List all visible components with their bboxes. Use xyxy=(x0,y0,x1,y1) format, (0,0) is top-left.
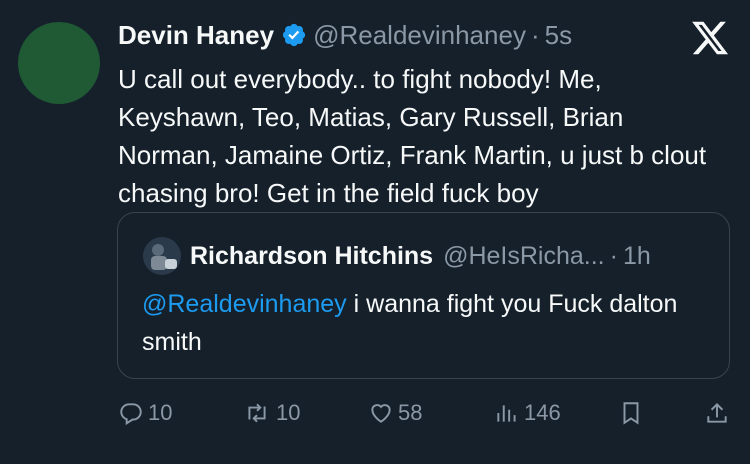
views-icon xyxy=(497,405,516,422)
quoted-tweet-header: Richardson Hitchins @HeIsRicha... · 1h xyxy=(190,240,651,272)
repost-button[interactable]: 10 xyxy=(242,396,300,430)
reply-count: 10 xyxy=(148,400,173,425)
share-icon xyxy=(707,402,727,423)
author-avatar[interactable] xyxy=(18,22,100,104)
tweet-timestamp[interactable]: 5s xyxy=(545,18,572,52)
like-count: 58 xyxy=(398,400,423,425)
action-bar: 10 10 58 146 xyxy=(0,396,750,430)
share-button[interactable] xyxy=(704,396,734,430)
like-button[interactable]: 58 xyxy=(368,396,422,430)
bookmark-icon xyxy=(623,402,639,425)
bookmark-button[interactable] xyxy=(618,396,648,430)
quoted-author-handle[interactable]: @HeIsRicha... xyxy=(443,240,605,272)
author-handle[interactable]: @Realdevinhaney xyxy=(313,18,526,52)
repost-icon xyxy=(248,403,266,423)
quoted-avatar-photo xyxy=(143,237,181,275)
quoted-tweet-text: @Realdevinhaney i wanna fight you Fuck d… xyxy=(142,285,712,361)
reply-icon xyxy=(120,403,142,426)
tweet-header: Devin Haney @Realdevinhaney · 5s xyxy=(118,18,572,52)
separator-dot: · xyxy=(530,20,540,50)
quoted-tweet[interactable]: Richardson Hitchins @HeIsRicha... · 1h @… xyxy=(117,212,730,379)
views-button[interactable]: 146 xyxy=(494,396,561,430)
tweet-text: U call out everybody.. to fight nobody! … xyxy=(118,64,707,208)
quoted-author-name[interactable]: Richardson Hitchins xyxy=(190,240,433,272)
mention-link[interactable]: @Realdevinhaney xyxy=(142,290,347,318)
quoted-author-avatar[interactable] xyxy=(143,237,181,275)
separator-dot: · xyxy=(609,242,618,270)
author-name[interactable]: Devin Haney xyxy=(118,18,274,52)
verified-badge-icon xyxy=(282,23,306,47)
quoted-tweet-timestamp[interactable]: 1h xyxy=(623,240,651,272)
x-logo-icon xyxy=(692,21,729,55)
like-icon xyxy=(371,404,391,423)
repost-count: 10 xyxy=(276,400,301,425)
reply-button[interactable]: 10 xyxy=(118,396,172,430)
views-count: 146 xyxy=(524,400,561,425)
